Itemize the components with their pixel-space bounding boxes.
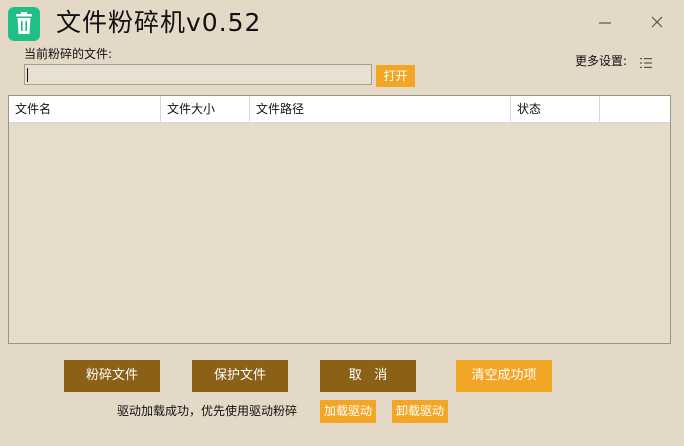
- app-title: 文件粉碎机v0.52: [56, 8, 262, 37]
- driver-status-text: 驱动加载成功，优先使用驱动粉碎: [117, 404, 298, 418]
- more-settings-label: 更多设置:: [575, 54, 628, 68]
- column-header-status[interactable]: 状态: [511, 96, 600, 122]
- text-caret: [27, 68, 28, 82]
- column-header-filename[interactable]: 文件名: [9, 96, 161, 122]
- minimize-button[interactable]: [593, 10, 617, 34]
- list-icon[interactable]: [639, 55, 653, 69]
- shred-file-button[interactable]: 粉碎文件: [64, 360, 160, 392]
- unload-driver-button[interactable]: 卸载驱动: [392, 400, 448, 423]
- column-header-filesize[interactable]: 文件大小: [161, 96, 250, 122]
- table-header: 文件名 文件大小 文件路径 状态: [9, 96, 670, 123]
- current-file-label: 当前粉碎的文件:: [24, 47, 113, 61]
- clear-success-button[interactable]: 清空成功项: [456, 360, 552, 392]
- load-driver-button[interactable]: 加载驱动: [320, 400, 376, 423]
- column-header-empty[interactable]: [600, 96, 670, 122]
- minimize-icon: [599, 22, 611, 24]
- app-trash-icon: [8, 7, 40, 41]
- close-button[interactable]: [645, 10, 669, 34]
- file-table[interactable]: 文件名 文件大小 文件路径 状态: [8, 95, 671, 344]
- close-icon: [651, 16, 663, 28]
- open-button[interactable]: 打开: [376, 65, 415, 87]
- column-header-filepath[interactable]: 文件路径: [250, 96, 511, 122]
- cancel-button[interactable]: 取 消: [320, 360, 416, 392]
- current-file-input[interactable]: [24, 64, 372, 85]
- protect-file-button[interactable]: 保护文件: [192, 360, 288, 392]
